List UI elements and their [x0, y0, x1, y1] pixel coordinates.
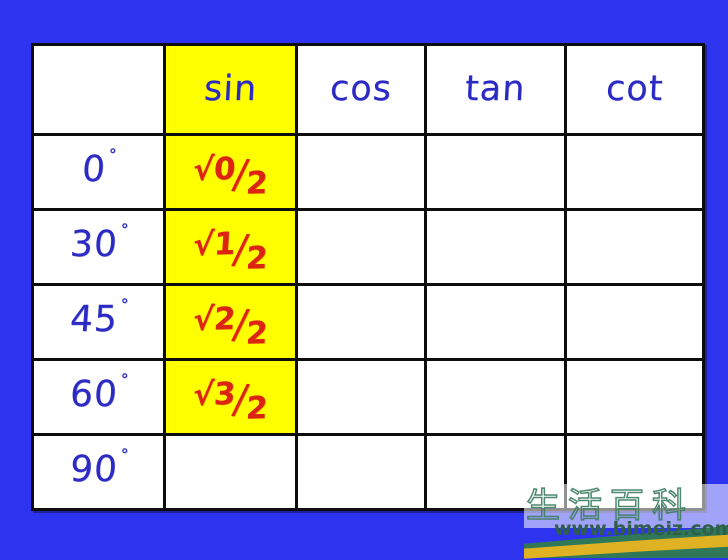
radical-icon: √ [191, 301, 215, 338]
header-cell-sin[interactable]: sin [163, 43, 298, 136]
angle-cell-90: 90˚ [31, 433, 166, 511]
fraction-numerator: √3 [192, 376, 237, 413]
fraction-denominator: 2 [244, 315, 269, 352]
fraction-numerator: √0 [192, 151, 237, 188]
sin-value-cell-30[interactable]: √1/2 [163, 208, 298, 286]
degree-symbol: ˚ [118, 373, 130, 394]
angle-cell-45: 45˚ [31, 283, 166, 361]
cot-value-cell-90[interactable] [564, 433, 705, 511]
degree-symbol: ˚ [118, 298, 130, 319]
slide-canvas: sin cos tan cot 0˚ √0/2 30˚ √1/2 45˚ √2/… [0, 0, 728, 559]
angle-label: 45˚ [68, 298, 130, 340]
table-header-row: sin cos tan cot [31, 43, 705, 136]
header-label-tan: tan [464, 69, 527, 109]
sin-value-cell-90[interactable] [163, 433, 298, 511]
header-label-cos: cos [329, 69, 394, 109]
cos-value-cell-90[interactable] [295, 433, 427, 511]
fraction-denominator: 2 [244, 240, 269, 277]
angle-cell-30: 30˚ [31, 208, 166, 286]
watermark-url: www.bimeiz.com [554, 518, 728, 540]
sin-value-cell-60[interactable]: √3/2 [163, 358, 298, 436]
tan-value-cell-90[interactable] [424, 433, 567, 511]
angle-label: 60˚ [68, 373, 130, 415]
cot-value-cell-0[interactable] [564, 133, 705, 211]
table-row: 90˚ [31, 433, 705, 511]
table-row: 60˚ √3/2 [31, 358, 705, 436]
cos-value-cell-30[interactable] [295, 208, 427, 286]
header-cell-cos[interactable]: cos [295, 43, 427, 136]
angle-label: 30˚ [68, 223, 130, 265]
cot-value-cell-30[interactable] [564, 208, 705, 286]
table-row: 0˚ √0/2 [31, 133, 705, 211]
tan-value-cell-30[interactable] [424, 208, 567, 286]
degree-symbol: ˚ [118, 223, 130, 244]
cos-value-cell-45[interactable] [295, 283, 427, 361]
watermark-green-swoosh-icon [524, 526, 728, 558]
angle-label: 90˚ [68, 448, 130, 490]
angle-label: 0˚ [80, 148, 118, 190]
tan-value-cell-45[interactable] [424, 283, 567, 361]
sin-fraction: √1/2 [192, 226, 270, 277]
table-row: 45˚ √2/2 [31, 283, 705, 361]
cot-value-cell-45[interactable] [564, 283, 705, 361]
sin-value-cell-0[interactable]: √0/2 [163, 133, 298, 211]
header-label-sin: sin [202, 69, 259, 109]
cot-value-cell-60[interactable] [564, 358, 705, 436]
radical-icon: √ [191, 151, 215, 188]
angle-cell-0: 0˚ [31, 133, 166, 211]
sin-value-cell-45[interactable]: √2/2 [163, 283, 298, 361]
fraction-denominator: 2 [244, 165, 269, 202]
fraction-numerator: √2 [192, 301, 237, 338]
table-row: 30˚ √1/2 [31, 208, 705, 286]
header-label-cot: cot [604, 69, 665, 109]
cos-value-cell-60[interactable] [295, 358, 427, 436]
tan-value-cell-0[interactable] [424, 133, 567, 211]
header-cell-tan[interactable]: tan [424, 43, 567, 136]
header-cell-angle [31, 43, 166, 136]
sin-fraction: √2/2 [192, 301, 270, 352]
sin-fraction: √0/2 [192, 151, 270, 202]
trigonometry-table: sin cos tan cot 0˚ √0/2 30˚ √1/2 45˚ √2/… [31, 43, 705, 511]
watermark-gold-swoosh-icon [524, 534, 728, 559]
sin-fraction: √3/2 [192, 376, 270, 427]
tan-value-cell-60[interactable] [424, 358, 567, 436]
fraction-numerator: √1 [192, 226, 237, 263]
cos-value-cell-0[interactable] [295, 133, 427, 211]
angle-cell-60: 60˚ [31, 358, 166, 436]
header-cell-cot[interactable]: cot [564, 43, 705, 136]
degree-symbol: ˚ [118, 448, 130, 469]
degree-symbol: ˚ [106, 148, 118, 169]
radical-icon: √ [191, 226, 215, 263]
radical-icon: √ [191, 376, 215, 413]
fraction-denominator: 2 [244, 390, 269, 427]
